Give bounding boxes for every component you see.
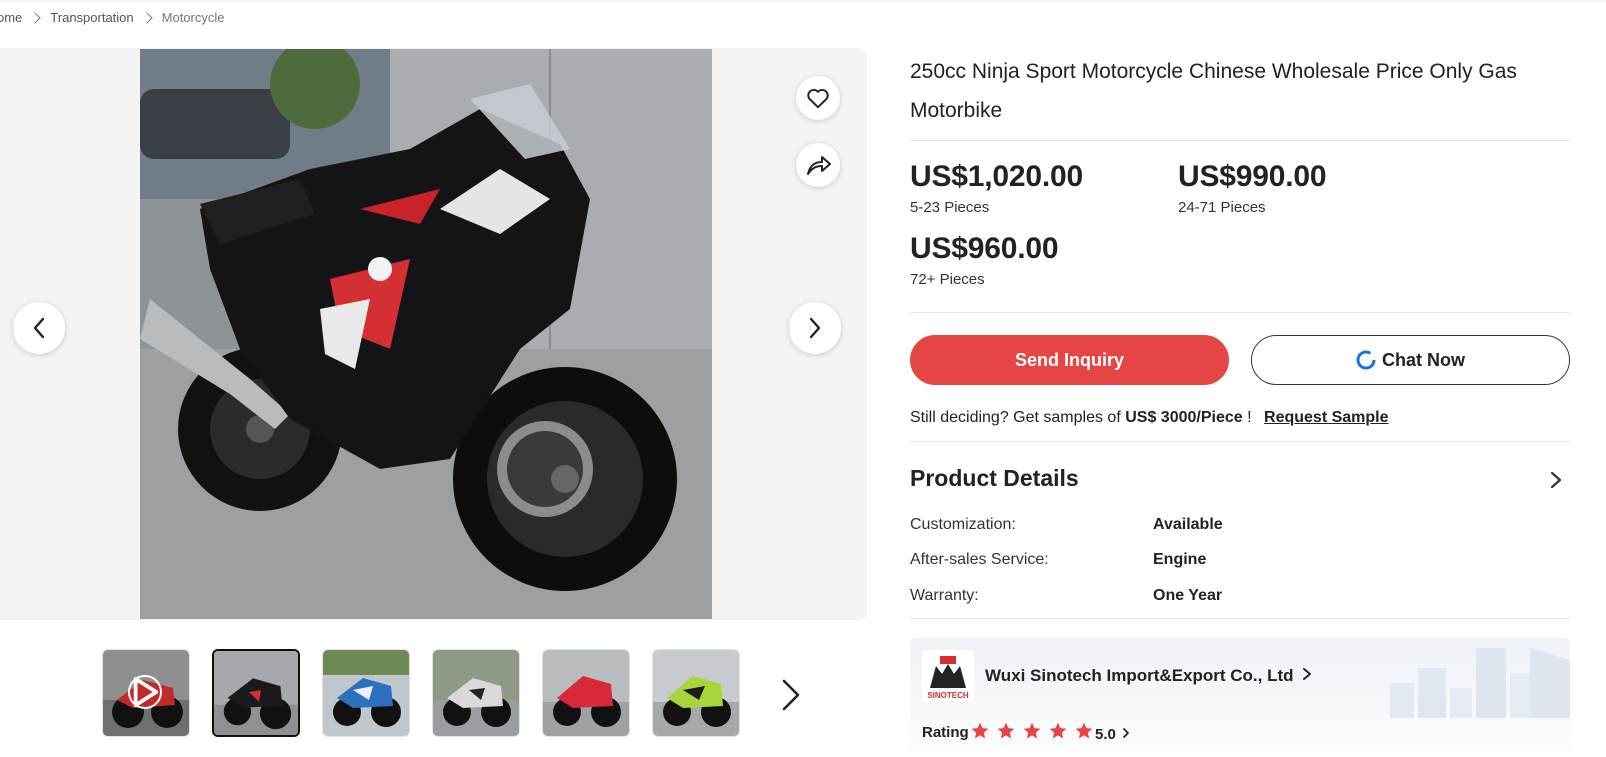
chevron-right-icon [140, 11, 153, 24]
share-button[interactable] [796, 143, 840, 187]
price-tier-2-qty: 24-71 Pieces [1178, 199, 1266, 216]
supplier-logo-text: SINOTECH [927, 691, 969, 700]
thumbnail-strip [102, 649, 740, 737]
send-inquiry-button[interactable]: Send Inquiry [910, 335, 1229, 385]
chat-now-button[interactable]: Chat Now [1251, 335, 1570, 385]
spec-value: Engine [1153, 551, 1207, 568]
star-icon [1049, 722, 1067, 739]
sample-price: US$ 3000/Piece [1125, 409, 1243, 426]
thumbnail-3[interactable] [322, 649, 410, 737]
chevron-right-icon [29, 11, 41, 24]
thumbnail-video[interactable] [102, 649, 190, 737]
chevron-right-icon [809, 317, 821, 339]
price-tier-3: US$960.00 [910, 232, 1059, 265]
price-tier-3-qty: 72+ Pieces [910, 271, 985, 288]
product-details-title[interactable]: Product Details [910, 465, 1079, 492]
breadcrumb: ome Transportation Motorcycle [0, 10, 225, 25]
next-image-button[interactable] [789, 302, 841, 354]
chevron-right-icon[interactable] [1549, 470, 1563, 490]
spec-label: Customization: [910, 516, 1016, 533]
main-product-image[interactable] [140, 49, 712, 619]
sample-info: Still deciding? Get samples of US$ 3000/… [910, 409, 1389, 427]
supplier-logo[interactable]: SINOTECH [922, 650, 974, 702]
breadcrumb-home[interactable]: ome [0, 10, 22, 25]
price-tier-1: US$1,020.00 [910, 160, 1083, 193]
rating-score-link[interactable]: 5.0 [1095, 726, 1130, 743]
spec-label: After-sales Service: [910, 551, 1049, 568]
star-icon [997, 722, 1015, 739]
supplier-name-link[interactable]: Wuxi Sinotech Import&Export Co., Ltd [985, 666, 1312, 686]
chevron-left-icon [33, 317, 45, 339]
supplier-name: Wuxi Sinotech Import&Export Co., Ltd [985, 666, 1294, 685]
top-border [0, 0, 1606, 2]
divider [910, 312, 1570, 313]
image-gallery [0, 48, 867, 620]
divider [910, 140, 1570, 141]
divider [910, 441, 1570, 442]
spec-value: Available [1153, 516, 1223, 533]
chat-icon [1356, 350, 1376, 370]
spec-value: One Year [1153, 587, 1223, 604]
price-tier-1-qty: 5-23 Pieces [910, 199, 990, 216]
chevron-right-icon [1303, 668, 1312, 680]
breadcrumb-transportation[interactable]: Transportation [50, 10, 133, 25]
favorite-button[interactable] [796, 76, 840, 120]
prev-image-button[interactable] [13, 302, 65, 354]
star-icon [1023, 722, 1041, 739]
chat-now-label: Chat Now [1382, 349, 1465, 370]
star-icon [1075, 722, 1093, 739]
breadcrumb-motorcycle[interactable]: Motorcycle [162, 10, 225, 25]
thumbnail-4[interactable] [432, 649, 520, 737]
rating-stars [970, 721, 1094, 741]
product-title: 250cc Ninja Sport Motorcycle Chinese Who… [910, 60, 1517, 122]
star-icon [971, 722, 989, 739]
thumbnails-next-button[interactable] [780, 678, 802, 712]
chevron-right-icon [1123, 728, 1129, 738]
sample-suffix: ! [1247, 409, 1252, 426]
thumbnail-2[interactable] [212, 649, 300, 737]
rating-label: Rating [922, 724, 969, 741]
heart-icon [807, 89, 829, 109]
divider [910, 618, 1570, 619]
skyline-decoration [1390, 648, 1570, 718]
sample-prefix: Still deciding? Get samples of [910, 409, 1121, 426]
rating-score: 5.0 [1095, 726, 1116, 743]
share-icon [807, 156, 831, 175]
thumbnail-6[interactable] [652, 649, 740, 737]
thumbnail-5[interactable] [542, 649, 630, 737]
request-sample-link[interactable]: Request Sample [1264, 409, 1388, 426]
price-tier-2: US$990.00 [1178, 160, 1327, 193]
play-icon [128, 675, 162, 709]
supplier-card: SINOTECH Wuxi Sinotech Import&Export Co.… [910, 638, 1570, 750]
spec-label: Warranty: [910, 587, 979, 604]
